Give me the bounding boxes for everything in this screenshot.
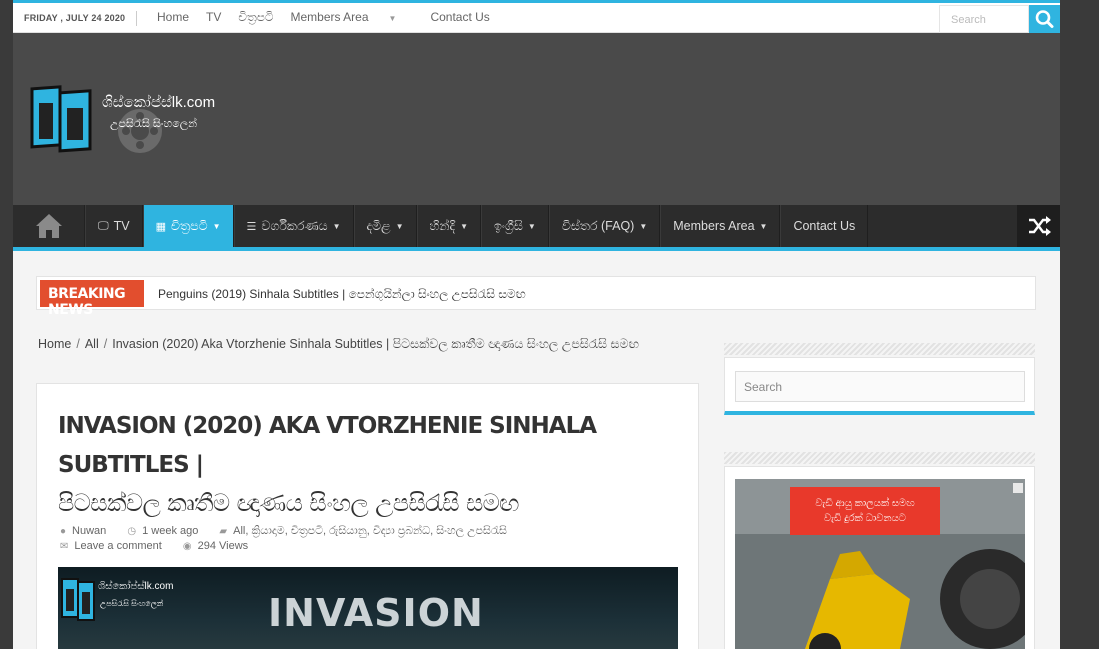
search-icon (1035, 10, 1054, 28)
nav-categories[interactable]: ☰ වර්ගීකරණය ▼ (233, 205, 354, 247)
nav-faq-label: විස්තර (FAQ) (561, 218, 635, 233)
breadcrumb-separator: / (103, 337, 108, 351)
eye-icon: ◉ (182, 541, 192, 552)
page: FRIDAY , JULY 24 2020 Home TV චිත්‍රපටි … (13, 0, 1060, 649)
post-categories[interactable]: All, ක්‍රියාදාම, චිත්‍රපටි, රුසියානු, වි… (233, 525, 507, 537)
shuffle-icon (1029, 216, 1051, 236)
featured-image[interactable]: ශිස්කෝප්ස්lk.com උපසිරැසි සිංහලෙන් INVAS… (58, 567, 678, 649)
breadcrumb-current: Invasion (2020) Aka Vtorzhenie Sinhala S… (112, 337, 639, 351)
main-nav: 🖵 TV ▦ චිත්‍රපටි ▼ ☰ වර්ගීකරණය ▼ දමිළ ▼ හින්දි… (13, 205, 1060, 251)
caret-down-icon: ▼ (759, 221, 768, 231)
caret-down-icon: ▼ (639, 221, 648, 231)
nav-english-label: ඉංග්‍රීසි (493, 218, 523, 233)
top-divider (136, 11, 137, 26)
sidebar-search-input[interactable]: Search (735, 371, 1025, 402)
site-logo[interactable]: ශිස්කෝප්ස්lk.com උපසිරැසි සිංහලෙන් (30, 83, 230, 153)
sidebar-widget-header (724, 343, 1035, 355)
ad-line-1: වැඩි ආයු කාලයක් සමඟ (815, 498, 915, 509)
top-nav-contact[interactable]: Contact Us (430, 10, 489, 25)
feature-logo-title: ශිස්කෝප්ස්lk.com (98, 581, 174, 592)
random-post-button[interactable] (1017, 205, 1060, 247)
caret-down-icon: ▼ (527, 221, 536, 231)
top-search-input[interactable]: Search (939, 5, 1029, 33)
nav-contact[interactable]: Contact Us (780, 205, 869, 247)
logo-title: ශිස්කෝප්ස්lk.com (102, 94, 216, 111)
list-icon: ☰ (246, 220, 257, 233)
top-bar: FRIDAY , JULY 24 2020 Home TV චිත්‍රපටි … (13, 0, 1060, 33)
feature-logo-tagline: උපසිරැසි සිංහලෙන් (100, 599, 164, 608)
film-icon: ▦ (155, 220, 166, 233)
nav-tamil[interactable]: දමිළ ▼ (353, 205, 417, 247)
breadcrumb-category[interactable]: All (85, 337, 99, 351)
nav-movies-label: චිත්‍රපටි (171, 218, 208, 233)
breaking-news-label: BREAKING NEWS (40, 280, 144, 318)
caret-down-icon: ▼ (388, 14, 397, 23)
top-nav-movies[interactable]: චිත්‍රපටි (238, 10, 273, 25)
breadcrumb: Home / All / Invasion (2020) Aka Vtorzhenie … (38, 336, 688, 352)
top-date: FRIDAY , JULY 24 2020 (24, 13, 126, 23)
caret-down-icon: ▼ (332, 221, 341, 231)
top-nav-home[interactable]: Home (157, 10, 189, 25)
sidebar-ad-widget: වැඩි ආයු කාලයක් සමඟ වැඩි දුරක් ධාවනයට (724, 466, 1035, 649)
tv-icon: 🖵 (98, 219, 109, 232)
home-icon (36, 214, 62, 238)
breadcrumb-separator: / (76, 337, 80, 351)
nav-items: 🖵 TV ▦ චිත්‍රපටි ▼ ☰ වර්ගීකරණය ▼ දමිළ ▼ හින්දි… (85, 205, 869, 247)
post-title: Invasion (2020) Aka Vtorzhenie Sinhala S… (58, 406, 668, 522)
nav-english[interactable]: ඉංග්‍රීසි ▼ (480, 205, 549, 247)
breadcrumb-home[interactable]: Home (38, 337, 71, 351)
nav-tv-label: TV (113, 219, 130, 233)
nav-tv[interactable]: 🖵 TV (85, 205, 143, 247)
comment-icon: ✉ (60, 541, 69, 552)
advertisement-banner[interactable]: වැඩි ආයු කාලයක් සමඟ වැඩි දුරක් ධාවනයට (735, 479, 1025, 649)
breaking-news-bar: BREAKING NEWS Penguins (2019) Sinhala Su… (36, 276, 1036, 318)
post-title-english: Invasion (2020) Aka Vtorzhenie Sinhala S… (58, 413, 597, 478)
ad-text-box: වැඩි ආයු කාලයක් සමඟ වැඩි දුරක් ධාවනයට (790, 487, 940, 535)
post-views: 294 Views (197, 540, 249, 552)
nav-contact-label: Contact Us (793, 219, 856, 233)
nav-hindi-label: හින්දි (429, 218, 456, 233)
nav-faq[interactable]: විස්තර (FAQ) ▼ (548, 205, 661, 247)
top-nav-members[interactable]: Members Area ▼ (290, 10, 413, 25)
post-comment-link[interactable]: Leave a comment (74, 540, 161, 552)
top-nav-tv[interactable]: TV (206, 10, 221, 25)
nav-movies[interactable]: ▦ චිත්‍රපටි ▼ (142, 205, 234, 247)
post-meta: ● Nuwan ◷ 1 week ago ▰ All, ක්‍රියාදාම, චිත… (60, 524, 680, 554)
site-header: ශිස්කෝප්ස්lk.com උපසිරැසි සිංහලෙන් (13, 33, 1060, 205)
post-title-sinhala: පිටසක්වල කෘතීම ඥාණය සිංහල උපසිරැසි සමඟ (58, 489, 519, 517)
breaking-news-link[interactable]: Penguins (2019) Sinhala Subtitles | පෙන්… (158, 287, 526, 302)
sidebar-widget-header (724, 452, 1035, 464)
feature-title-text: INVASION (268, 591, 484, 635)
post-author[interactable]: Nuwan (72, 525, 106, 537)
nav-members[interactable]: Members Area ▼ (660, 205, 781, 247)
caret-down-icon: ▼ (212, 221, 221, 231)
nav-hindi[interactable]: හින්දි ▼ (416, 205, 481, 247)
top-nav: Home TV චිත්‍රපටි Members Area ▼ Contact … (157, 10, 507, 25)
nav-tamil-label: දමිළ (366, 218, 391, 233)
clock-icon: ◷ (127, 526, 137, 537)
caret-down-icon: ▼ (460, 221, 468, 231)
ad-line-2: වැඩි දුරක් ධාවනයට (824, 513, 906, 524)
top-nav-members-label: Members Area (290, 10, 369, 24)
user-icon: ● (60, 526, 67, 537)
nav-categories-label: වර්ගීකරණය (261, 218, 328, 233)
logo-tagline: උපසිරැසි සිංහලෙන් (110, 118, 198, 130)
post-time: 1 week ago (142, 525, 199, 537)
top-search-button[interactable] (1029, 5, 1060, 33)
window-edge (1060, 0, 1099, 649)
nav-home-button[interactable] (13, 205, 85, 247)
nav-members-label: Members Area (673, 219, 755, 233)
feature-logo-icon (61, 578, 95, 621)
sidebar-search-widget: Search (724, 357, 1035, 415)
post-card: Invasion (2020) Aka Vtorzhenie Sinhala S… (36, 383, 699, 649)
folder-icon: ▰ (219, 526, 228, 537)
caret-down-icon: ▼ (395, 221, 404, 231)
